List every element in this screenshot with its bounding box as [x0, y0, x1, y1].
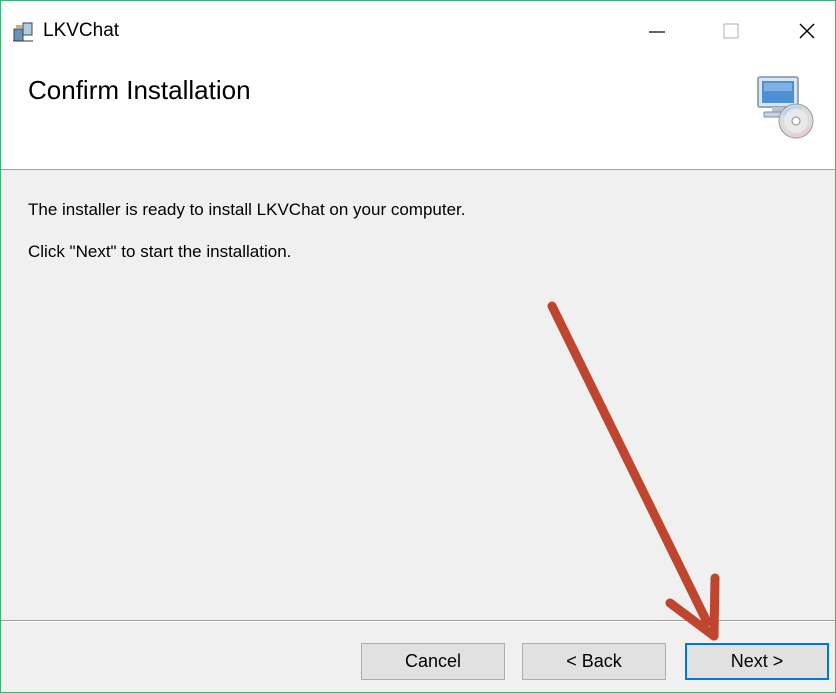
maximize-button[interactable] — [701, 1, 761, 61]
header-banner: Confirm Installation — [1, 61, 835, 170]
computer-cd-icon — [756, 73, 814, 145]
ready-message: The installer is ready to install LKVCha… — [28, 200, 466, 219]
cancel-button[interactable]: Cancel — [361, 643, 505, 680]
maximize-icon — [723, 23, 739, 39]
window-title: LKVChat — [43, 20, 120, 41]
next-button[interactable]: Next > — [685, 643, 829, 680]
page-title: Confirm Installation — [28, 75, 251, 105]
back-button[interactable]: < Back — [522, 643, 666, 680]
instruction-message: Click "Next" to start the installation. — [28, 242, 292, 261]
close-button[interactable] — [777, 1, 835, 61]
title-bar: LKVChat — [1, 1, 835, 61]
installer-app-icon — [11, 19, 35, 43]
minimize-icon — [649, 31, 665, 33]
installer-window: LKVChat Confirm Installation The install… — [0, 0, 836, 693]
minimize-button[interactable] — [627, 1, 687, 61]
close-icon — [799, 23, 815, 39]
footer-divider — [1, 620, 835, 622]
